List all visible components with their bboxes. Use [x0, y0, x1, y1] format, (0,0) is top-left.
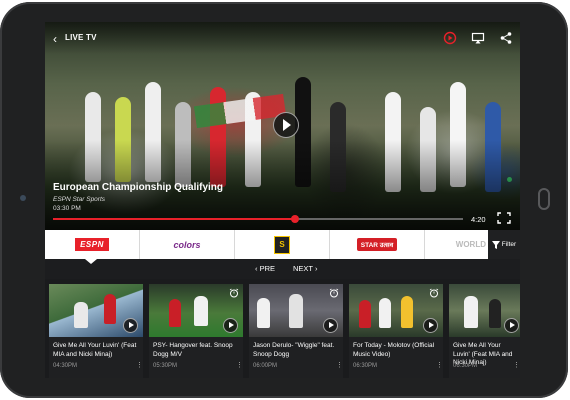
alarm-icon[interactable] — [429, 288, 439, 298]
program-card[interactable]: PSY- Hangover feat. Snoop Dogg M/V 05:30… — [149, 284, 243, 378]
program-thumbnail — [449, 284, 520, 337]
thumb-figure — [379, 298, 391, 328]
channel-logo: STAR उत्सव — [356, 238, 398, 251]
program-title: Jason Derulo- "Wiggle" feat. Snoop Dogg — [253, 342, 335, 358]
thumb-figure — [401, 296, 413, 328]
program-list: Give Me All Your Luvin' (Feat MIA and Ni… — [45, 284, 520, 378]
program-card[interactable]: For Today - Molotov (Official Music Vide… — [349, 284, 443, 378]
thumb-figure — [464, 296, 478, 328]
thumb-figure — [104, 294, 116, 324]
progress-fill — [53, 218, 295, 220]
selected-channel-pointer — [85, 259, 97, 264]
channel-logo: ESPN — [75, 238, 109, 251]
previous-label: PRE — [259, 264, 276, 273]
program-time: 06:00PM — [253, 363, 278, 369]
thumb-figure — [169, 299, 181, 327]
video-channel: ESPN Star Sports — [53, 196, 106, 203]
thumb-figure — [194, 296, 208, 326]
more-options-icon[interactable]: ⋮ — [336, 362, 343, 369]
channel-tab-colors[interactable]: colors — [140, 230, 235, 259]
channel-tab-sony[interactable]: S — [235, 230, 330, 259]
thumb-figure — [289, 294, 303, 328]
fullscreen-icon[interactable] — [497, 212, 511, 224]
thumb-figure — [74, 302, 88, 328]
chevron-left-icon[interactable]: ‹ — [53, 33, 57, 45]
live-video-player[interactable]: ‹ LIVE TV European Championship Qualifyi… — [45, 22, 520, 230]
program-thumbnail — [349, 284, 443, 337]
program-thumbnail — [49, 284, 143, 337]
schedule-pager: ‹ PRE NEXT › — [45, 259, 520, 279]
program-card[interactable]: Jason Derulo- "Wiggle" feat. Snoop Dogg … — [249, 284, 343, 378]
channel-logo: WORLD — [455, 240, 486, 249]
share-icon[interactable] — [499, 31, 513, 45]
thumb-figure — [359, 300, 371, 328]
more-options-icon[interactable]: ⋮ — [236, 362, 243, 369]
more-options-icon[interactable]: ⋮ — [136, 362, 143, 369]
next-label: NEXT — [293, 264, 313, 273]
program-card[interactable]: Give Me All Your Luvin' (Feat MIA and Ni… — [49, 284, 143, 378]
video-progress-bar[interactable] — [53, 215, 463, 223]
channel-logo: colors — [173, 239, 201, 250]
channel-tab-world[interactable]: WORLD — [425, 230, 488, 259]
program-title: Give Me All Your Luvin' (Feat MIA and Ni… — [53, 342, 137, 358]
video-duration: 4:20 — [471, 215, 486, 224]
alarm-icon[interactable] — [229, 288, 239, 298]
program-thumbnail — [249, 284, 343, 337]
cast-icon[interactable] — [471, 31, 485, 45]
app-screen: ‹ LIVE TV European Championship Qualifyi… — [45, 22, 520, 378]
thumbnail-play-button[interactable] — [223, 318, 238, 333]
thumbnail-play-button[interactable] — [123, 318, 138, 333]
thumb-figure — [489, 299, 501, 328]
program-thumbnail — [149, 284, 243, 337]
play-button[interactable] — [273, 112, 299, 138]
filter-button[interactable]: Filter — [488, 230, 520, 259]
program-time: 06:30PM — [453, 363, 478, 369]
filter-label: Filter — [501, 241, 517, 248]
video-top-bar: ‹ LIVE TV — [45, 22, 520, 54]
thumbnail-play-button[interactable] — [423, 318, 438, 333]
tablet-frame: ‹ LIVE TV European Championship Qualifyi… — [0, 2, 568, 398]
more-options-icon[interactable]: ⋮ — [513, 362, 520, 369]
video-title: European Championship Qualifying — [53, 182, 224, 193]
thumb-figure — [257, 298, 270, 328]
program-time: 05:30PM — [153, 363, 178, 369]
program-title: PSY- Hangover feat. Snoop Dogg M/V — [153, 342, 233, 358]
filter-icon — [491, 240, 500, 249]
alarm-icon[interactable] — [329, 288, 339, 298]
camera-dot — [20, 195, 26, 201]
program-time: 04:30PM — [53, 363, 78, 369]
channel-logo: S — [274, 235, 290, 254]
next-button[interactable]: NEXT › — [293, 264, 317, 273]
channel-tab-star-utsav[interactable]: STAR उत्सव — [330, 230, 425, 259]
program-title: For Today - Molotov (Official Music Vide… — [353, 342, 435, 358]
program-card[interactable]: Give Me All Your Luvin' (Feat MIA and Ni… — [449, 284, 520, 378]
thumbnail-play-button[interactable] — [504, 318, 519, 333]
channel-strip: ESPN colors S STAR उत्सव WORLD Filter — [45, 230, 520, 259]
more-options-icon[interactable]: ⋮ — [436, 362, 443, 369]
record-icon[interactable] — [443, 31, 457, 45]
previous-button[interactable]: ‹ PRE — [255, 264, 275, 273]
thumbnail-play-button[interactable] — [323, 318, 338, 333]
home-button[interactable] — [538, 188, 550, 210]
video-time: 03:30 PM — [53, 205, 81, 212]
channel-tab-espn[interactable]: ESPN — [45, 230, 140, 259]
progress-knob[interactable] — [290, 215, 299, 223]
program-time: 06:30PM — [353, 363, 378, 369]
page-title: LIVE TV — [65, 33, 97, 42]
